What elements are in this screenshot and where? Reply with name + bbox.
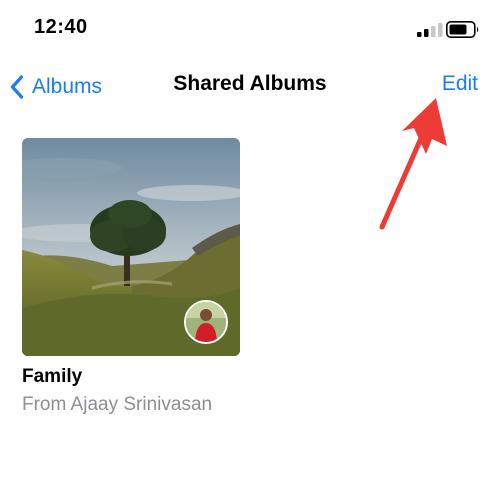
page-title: Shared Albums	[173, 72, 327, 95]
album-card-family[interactable]: Family From Ajaay Srinivasan	[22, 138, 240, 415]
edit-button[interactable]: Edit	[442, 72, 478, 96]
annotation-arrow-icon	[379, 98, 447, 230]
battery-icon	[446, 21, 479, 38]
cellular-signal-icon	[417, 23, 443, 37]
status-time: 12:40	[34, 16, 88, 38]
shared-albums-screen: 12:40 Albums Shared Albums Edit Family F…	[0, 0, 500, 478]
album-thumbnail[interactable]	[22, 138, 240, 356]
avatar	[184, 300, 228, 344]
album-name: Family	[22, 366, 83, 387]
album-owner: From Ajaay Srinivasan	[22, 394, 213, 415]
